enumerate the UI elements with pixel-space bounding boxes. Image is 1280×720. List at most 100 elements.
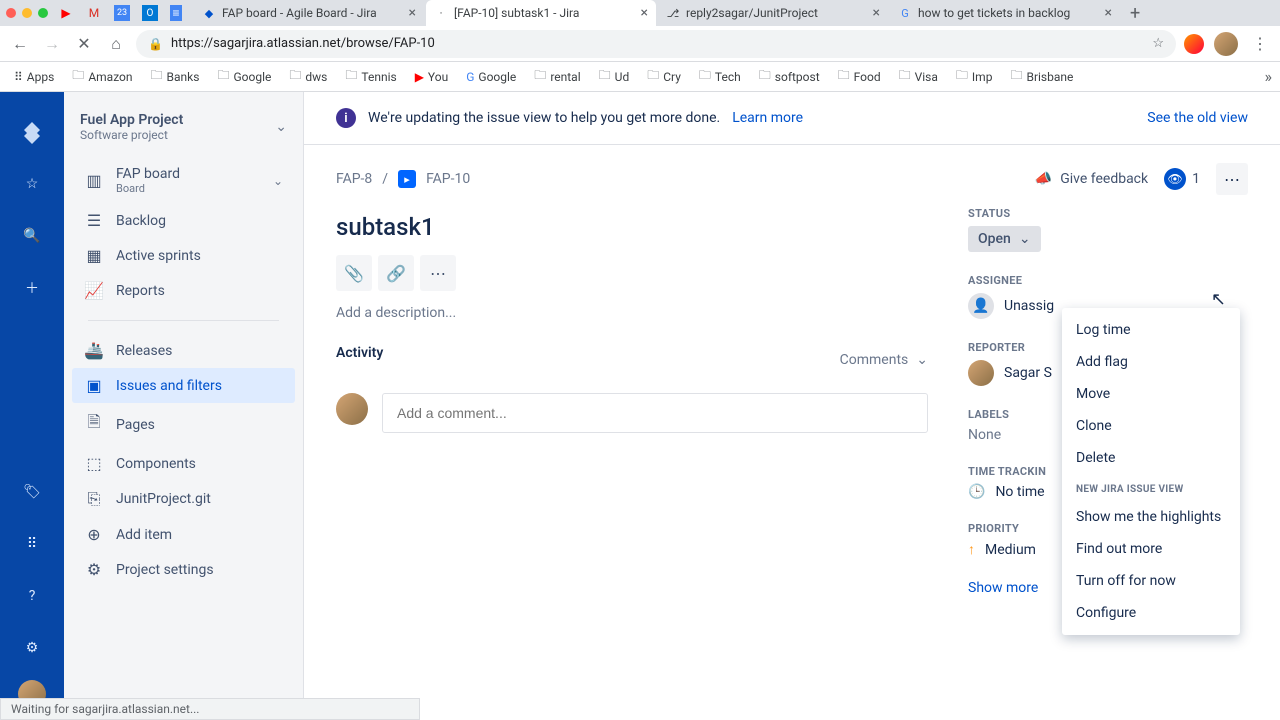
project-header[interactable]: Fuel App Project Software project ⌄ [64,112,303,158]
bookmark-folder[interactable]: 🗀dws [283,64,333,89]
close-window-icon[interactable] [6,8,16,18]
google-favicon-icon: G [898,6,912,20]
more-actions-button[interactable]: ⋯ [1216,163,1248,195]
close-tab-icon[interactable]: × [1105,5,1112,21]
bookmark-folder[interactable]: 🗀Amazon [66,64,138,89]
home-button[interactable]: ⌂ [104,32,128,56]
bookmark-folder[interactable]: 🗀Food [832,64,887,89]
status-dropdown[interactable]: Open ⌄ [968,226,1041,252]
description-placeholder[interactable]: Add a description... [336,305,928,321]
learn-more-link[interactable]: Learn more [732,110,803,126]
bookmark-folder[interactable]: 🗀Ud [593,64,636,89]
issue-main: i We're updating the issue view to help … [304,92,1280,720]
chrome-profile-avatar[interactable] [1214,32,1238,56]
board-icon: ▥ [84,171,104,190]
activity-filter-dropdown[interactable]: Comments ⌄ [840,352,928,368]
outlook-icon[interactable]: O [142,5,158,21]
maximize-window-icon[interactable] [38,8,48,18]
bookmark-star-icon[interactable]: ☆ [1152,36,1164,51]
menu-item-turn-off[interactable]: Turn off for now [1062,565,1240,597]
browser-tab-1[interactable]: · [FAP-10] subtask1 - Jira × [426,0,656,26]
sidebar-item-reports[interactable]: 📈Reports [72,273,295,308]
app-switcher-icon[interactable]: ⠿ [12,524,52,564]
bookmark-folder[interactable]: 🗀Tech [693,64,747,89]
apps-shortcut[interactable]: ⠿Apps [8,68,60,86]
sidebar-item-settings[interactable]: ⚙Project settings [72,552,295,587]
current-issue-link[interactable]: FAP-10 [426,171,470,187]
menu-item-configure[interactable]: Configure [1062,597,1240,629]
tag-nav-icon[interactable]: 🏷 [12,472,52,512]
jira-logo-icon[interactable] [12,112,52,152]
lock-icon: 🔒 [148,37,163,51]
more-tools-button[interactable]: ⋯ [420,255,456,291]
bookmark-link[interactable]: GGoogle [460,68,522,86]
bookmark-folder[interactable]: 🗀Brisbane [1004,64,1079,89]
bookmark-folder[interactable]: 🗀Banks [145,64,206,89]
sidebar-item-backlog[interactable]: ☰Backlog [72,203,295,238]
sidebar-item-issues[interactable]: ▣Issues and filters [72,368,295,403]
menu-item-highlights[interactable]: Show me the highlights [1062,501,1240,533]
bookmark-folder[interactable]: 🗀Cry [641,64,687,89]
url-input[interactable]: 🔒 https://sagarjira.atlassian.net/browse… [136,30,1176,58]
tab-title: how to get tickets in backlog [918,6,1099,20]
gear-icon: ⚙ [84,560,104,579]
bookmarks-bar: ⠿Apps 🗀Amazon 🗀Banks 🗀Google 🗀dws 🗀Tenni… [0,62,1280,92]
bookmark-folder[interactable]: 🗀softpost [753,64,826,89]
browser-tab-0[interactable]: ◆ FAP board - Agile Board - Jira × [194,0,424,26]
activity-heading: Activity [336,345,383,361]
star-nav-icon[interactable]: ☆ [12,164,52,204]
sidebar-item-sprints[interactable]: ▦Active sprints [72,238,295,273]
give-feedback-button[interactable]: 📣 Give feedback [1035,171,1148,187]
comment-input[interactable] [382,393,928,433]
stop-button[interactable]: ✕ [72,32,96,56]
calendar-icon[interactable]: 23 [114,5,130,21]
components-icon: ⬚ [84,454,104,473]
settings-nav-icon[interactable]: ⚙ [12,628,52,668]
browser-tab-2[interactable]: ⎇ reply2sagar/JunitProject × [658,0,888,26]
link-button[interactable]: 🔗 [378,255,414,291]
minimize-window-icon[interactable] [22,8,32,18]
watchers-button[interactable]: 👁 1 [1164,168,1200,190]
old-view-link[interactable]: See the old view [1147,110,1248,126]
folder-icon: 🗀 [699,66,711,87]
bookmark-folder[interactable]: 🗀Google [211,64,277,89]
help-nav-icon[interactable]: ? [12,576,52,616]
menu-item-delete[interactable]: Delete [1062,442,1240,474]
attach-button[interactable]: 📎 [336,255,372,291]
sidebar-item-releases[interactable]: 🚢Releases [72,333,295,368]
browser-tab-3[interactable]: G how to get tickets in backlog × [890,0,1120,26]
back-button[interactable]: ← [8,32,32,56]
gmail-icon[interactable]: M [86,5,102,21]
sidebar-item-components[interactable]: ⬚Components [72,446,295,481]
bookmark-folder[interactable]: 🗀Tennis [339,64,402,89]
bookmark-folder[interactable]: 🗀rental [528,64,586,89]
sidebar-item-pages[interactable]: 🗎Pages [72,403,295,446]
bookmark-link[interactable]: ▶You [409,68,455,86]
search-nav-icon[interactable]: 🔍 [12,216,52,256]
close-tab-icon[interactable]: × [873,5,880,21]
close-tab-icon[interactable]: × [641,5,648,21]
menu-item-find-out-more[interactable]: Find out more [1062,533,1240,565]
forward-button[interactable]: → [40,32,64,56]
sidebar-item-board[interactable]: ▥ FAP board Board ⌄ [72,158,295,203]
bookmark-folder[interactable]: 🗀Imp [950,64,999,89]
create-nav-icon[interactable]: ＋ [12,268,52,308]
bookmark-folder[interactable]: 🗀Visa [893,64,944,89]
chevron-down-icon: ⌄ [273,174,283,188]
sidebar-item-add[interactable]: ⊕Add item [72,517,295,552]
pages-icon: 🗎 [84,411,104,438]
bookmarks-overflow-icon[interactable]: » [1265,67,1273,86]
menu-item-log-time[interactable]: Log time [1062,314,1240,346]
docs-icon[interactable]: ≡ [170,5,182,21]
menu-item-clone[interactable]: Clone [1062,410,1240,442]
sidebar-item-junit[interactable]: ⎘JunitProject.git [72,481,295,517]
issue-title[interactable]: subtask1 [336,213,928,241]
extension-icon[interactable] [1184,34,1204,54]
menu-item-add-flag[interactable]: Add flag [1062,346,1240,378]
close-tab-icon[interactable]: × [409,5,416,21]
menu-item-move[interactable]: Move [1062,378,1240,410]
chrome-menu-icon[interactable]: ⋮ [1248,32,1272,56]
new-tab-button[interactable]: + [1122,3,1148,24]
youtube-icon[interactable]: ▶ [58,5,74,21]
parent-issue-link[interactable]: FAP-8 [336,171,372,187]
